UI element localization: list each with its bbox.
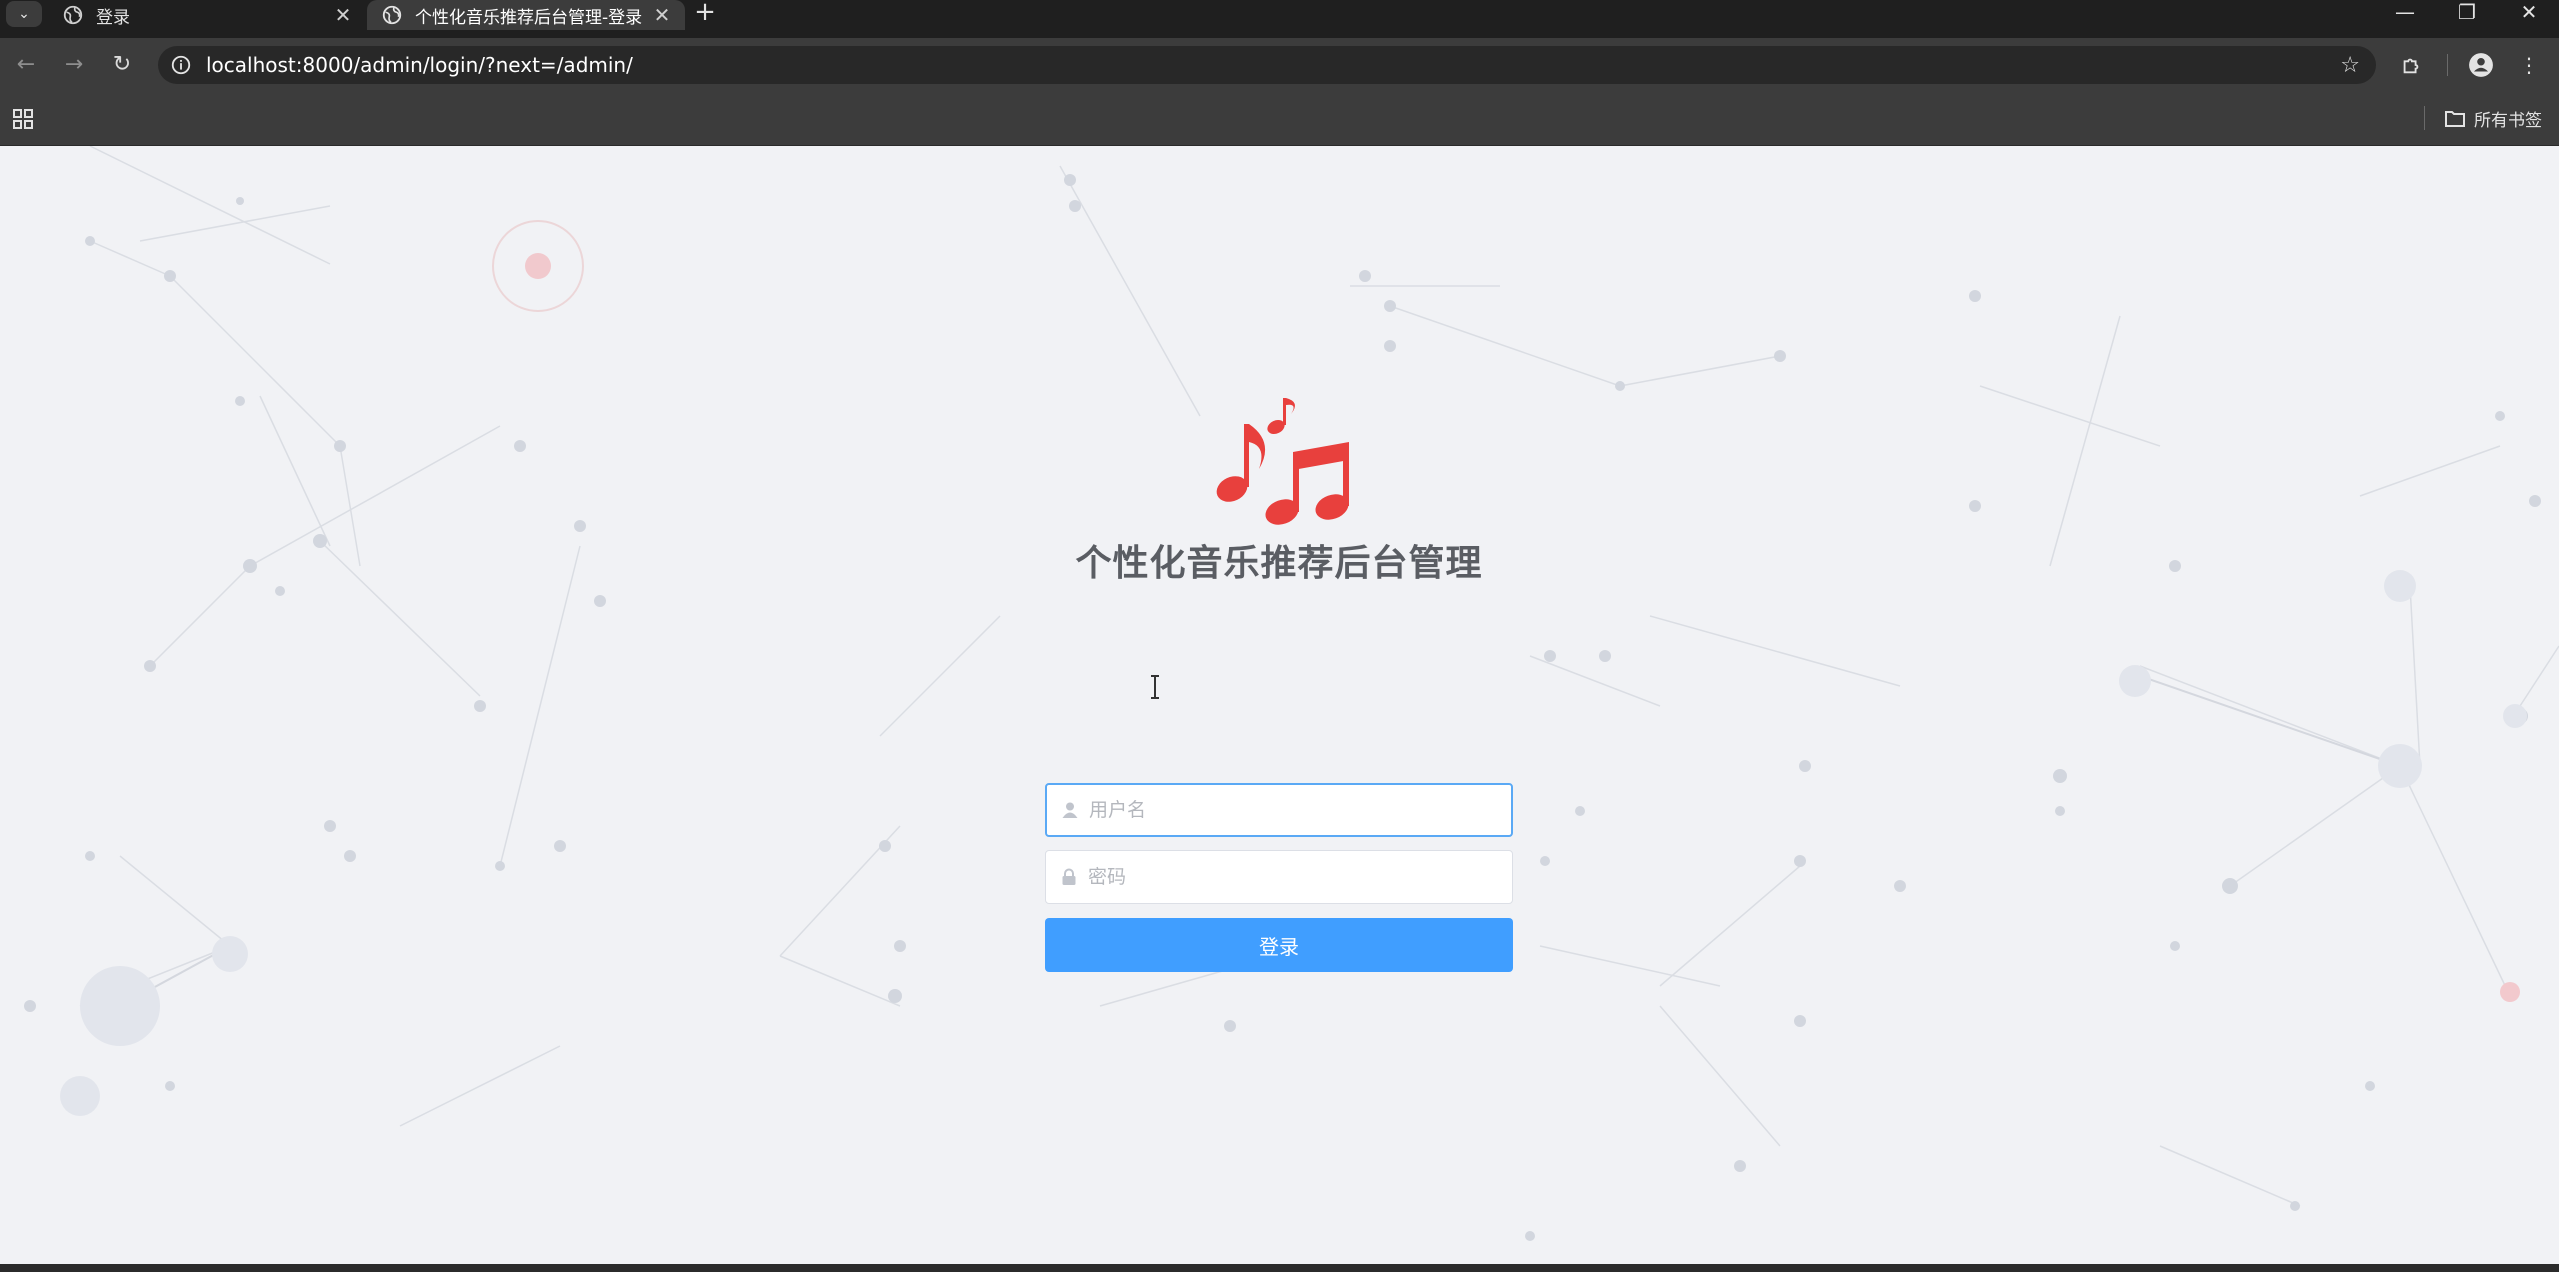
username-field[interactable] [1045,783,1513,837]
password-input[interactable] [1086,865,1486,889]
tab-login[interactable]: 登录 ✕ [48,0,366,30]
close-icon[interactable]: ✕ [649,3,675,27]
password-field[interactable] [1045,850,1513,904]
lock-icon [1062,868,1076,885]
folder-icon [2445,110,2465,127]
apps-grid-icon[interactable] [12,108,34,130]
bookmarks-divider [2424,106,2425,130]
window-bottom-edge [0,1264,2559,1272]
more-menu-icon[interactable]: ⋮ [2514,50,2544,80]
site-info-icon[interactable] [170,54,192,76]
bookmark-star-icon[interactable]: ☆ [2340,53,2360,78]
tab-search-button[interactable]: ⌄ [6,1,42,27]
profile-avatar[interactable] [2466,50,2496,80]
restore-button[interactable]: ❐ [2447,0,2487,26]
text-cursor-icon [1151,675,1159,699]
extensions-icon[interactable] [2396,50,2426,80]
globe-icon [63,5,83,25]
address-bar[interactable]: localhost:8000/admin/login/?next=/admin/… [158,46,2376,84]
network-background [24,146,2559,1241]
bookmarks-bar: 所有书签 [0,92,2559,146]
url-text[interactable]: localhost:8000/admin/login/?next=/admin/ [206,53,633,77]
globe-icon [382,5,402,25]
new-tab-button[interactable]: + [692,0,718,26]
username-input[interactable] [1087,798,1487,822]
browser-toolbar: ← → ↻ localhost:8000/admin/login/?next=/… [0,38,2559,92]
all-bookmarks-label: 所有书签 [2474,111,2542,131]
tab-strip: ⌄ 登录 ✕ 个性化音乐推荐后台管理-登录 ✕ + — ❐ ✕ [0,0,2559,38]
close-icon[interactable]: ✕ [330,3,356,27]
tab-admin-login-active[interactable]: 个性化音乐推荐后台管理-登录 ✕ [367,0,685,30]
minimize-button[interactable]: — [2385,0,2425,26]
login-button[interactable]: 登录 [1045,918,1513,972]
tab-label: 个性化音乐推荐后台管理-登录 [415,7,643,28]
all-bookmarks-button[interactable]: 所有书签 [2444,106,2542,131]
person-icon [2469,53,2493,77]
forward-arrow-icon[interactable]: → [60,51,88,79]
music-notes-logo-icon [1216,398,1349,525]
back-arrow-icon[interactable]: ← [12,51,40,79]
window-close-button[interactable]: ✕ [2509,0,2549,26]
puzzle-icon [2403,58,2419,74]
tab-label: 登录 [96,7,130,28]
chevron-down-icon: ⌄ [18,6,30,22]
page-title: 个性化音乐推荐后台管理 [1075,543,1483,584]
user-icon [1062,802,1078,818]
login-page: 个性化音乐推荐后台管理 登录 [0,146,2559,1264]
reload-icon[interactable]: ↻ [108,51,136,79]
toolbar-divider [2447,54,2448,76]
